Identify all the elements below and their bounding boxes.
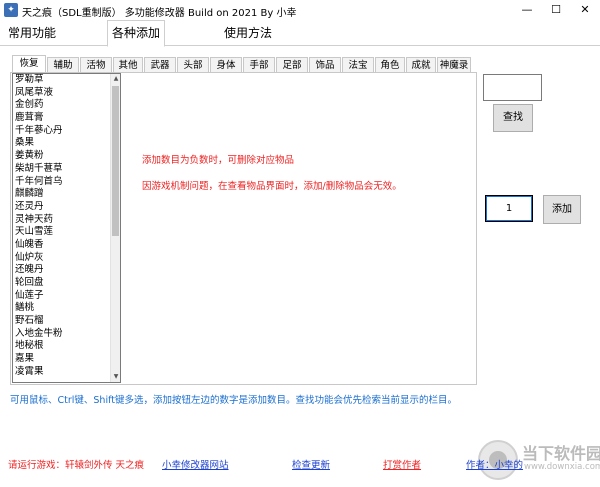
list-item[interactable]: 天山雪莲 — [13, 226, 120, 239]
search-button[interactable]: 查找 — [493, 104, 533, 132]
item-list-scrollbar[interactable]: ▲ ▼ — [110, 74, 120, 382]
list-item[interactable]: 入地金牛粉 — [13, 328, 120, 341]
list-item[interactable]: 金创药 — [13, 99, 120, 112]
subtab-hand[interactable]: 手部 — [243, 57, 275, 73]
usage-hint: 可用鼠标、Ctrl键、Shift键多选，添加按钮左边的数字是添加数目。查找功能会… — [10, 395, 457, 406]
subtab-accessory[interactable]: 饰品 — [309, 57, 341, 73]
check-update-link[interactable]: 检查更新 — [292, 457, 330, 471]
tab-add-items[interactable]: 各种添加 — [107, 20, 166, 47]
list-item[interactable]: 还魄丹 — [13, 264, 120, 277]
list-item[interactable]: 桑果 — [13, 137, 120, 150]
list-item[interactable]: 鹿茸膏 — [13, 112, 120, 125]
scroll-down-arrow-icon[interactable]: ▼ — [111, 372, 120, 382]
subtab-bestiary[interactable]: 神魔录 — [437, 57, 471, 73]
list-item[interactable]: 麒麟蹭 — [13, 188, 120, 201]
app-icon: ✦ — [4, 3, 18, 17]
subtab-head[interactable]: 头部 — [177, 57, 209, 73]
list-item[interactable]: 仙魄香 — [13, 239, 120, 252]
window-title: 天之痕（SDL重制版） 多功能修改器 Build on 2021 By 小幸 — [22, 8, 297, 19]
author-link[interactable]: 作者：小幸的 — [466, 457, 523, 471]
main-tab-strip: 常用功能 各种添加 使用方法 — [0, 20, 600, 47]
title-bar: ✦ 天之痕（SDL重制版） 多功能修改器 Build on 2021 By 小幸… — [0, 0, 600, 20]
list-item[interactable]: 仙莲子 — [13, 290, 120, 303]
list-item[interactable]: 千年何首乌 — [13, 176, 120, 189]
list-item[interactable]: 灵神天药 — [13, 214, 120, 227]
list-item[interactable]: 凌霄果 — [13, 366, 120, 379]
donate-link[interactable]: 打赏作者 — [383, 457, 421, 471]
list-item[interactable]: 罗勒草 — [13, 74, 120, 87]
game-status-text: 请运行游戏：轩辕剑外传 天之痕 — [8, 460, 145, 471]
list-item[interactable]: 地秘根 — [13, 340, 120, 353]
subtab-auxiliary[interactable]: 辅助 — [47, 57, 79, 73]
list-item[interactable]: 柴胡千葚草 — [13, 163, 120, 176]
list-item[interactable]: 还灵丹 — [13, 201, 120, 214]
list-item[interactable]: 野石榴 — [13, 315, 120, 328]
tab-common-functions[interactable]: 常用功能 — [4, 23, 60, 46]
list-item[interactable]: 嘉果 — [13, 353, 120, 366]
subtab-weapon[interactable]: 武器 — [144, 57, 176, 73]
tab-instructions[interactable]: 使用方法 — [220, 23, 276, 46]
subtab-achievement[interactable]: 成就 — [406, 57, 436, 73]
maximize-button[interactable]: ☐ — [541, 0, 571, 20]
list-item[interactable]: 姜黄粉 — [13, 150, 120, 163]
subtab-foot[interactable]: 足部 — [276, 57, 308, 73]
subtab-body[interactable]: 身体 — [210, 57, 242, 73]
list-item[interactable]: 千年蔘心丹 — [13, 125, 120, 138]
subtab-magic-item[interactable]: 法宝 — [342, 57, 374, 73]
item-list[interactable]: 罗勒草 凤尾草液 金创药 鹿茸膏 千年蔘心丹 桑果 姜黄粉 柴胡千葚草 千年何首乌 麒麟蹭 还灵丹灵… — [12, 73, 121, 383]
subtab-recovery[interactable]: 恢复 — [12, 55, 46, 73]
scroll-thumb[interactable] — [112, 86, 119, 236]
note-inventory-warning: 因游戏机制问题，在查看物品界面时，添加/删除物品会无效。 — [142, 181, 402, 192]
watermark-url: www.downxia.com — [524, 462, 600, 472]
subtab-living[interactable]: 活物 — [80, 57, 112, 73]
list-item[interactable]: 轮回盘 — [13, 277, 120, 290]
list-item[interactable]: 鳝桃 — [13, 302, 120, 315]
list-item[interactable]: 凤尾草液 — [13, 87, 120, 100]
scroll-up-arrow-icon[interactable]: ▲ — [111, 74, 120, 84]
item-list-body: 罗勒草 凤尾草液 金创药 鹿茸膏 千年蔘心丹 桑果 姜黄粉 柴胡千葚草 千年何首乌 麒麟蹭 还灵丹灵… — [13, 74, 120, 379]
search-input[interactable] — [483, 74, 542, 101]
subtab-character[interactable]: 角色 — [375, 57, 405, 73]
quantity-input[interactable]: 1 — [485, 195, 533, 222]
list-item[interactable]: 仙炉灰 — [13, 252, 120, 265]
add-button[interactable]: 添加 — [543, 195, 581, 224]
minimize-button[interactable]: — — [512, 0, 542, 20]
site-link[interactable]: 小幸修改器网站 — [162, 457, 229, 471]
note-negative-quantity: 添加数目为负数时，可删除对应物品 — [142, 155, 295, 166]
watermark-text: 当下软件园 — [522, 444, 600, 463]
close-button[interactable]: ✕ — [570, 0, 600, 20]
subtab-other[interactable]: 其他 — [113, 57, 143, 73]
